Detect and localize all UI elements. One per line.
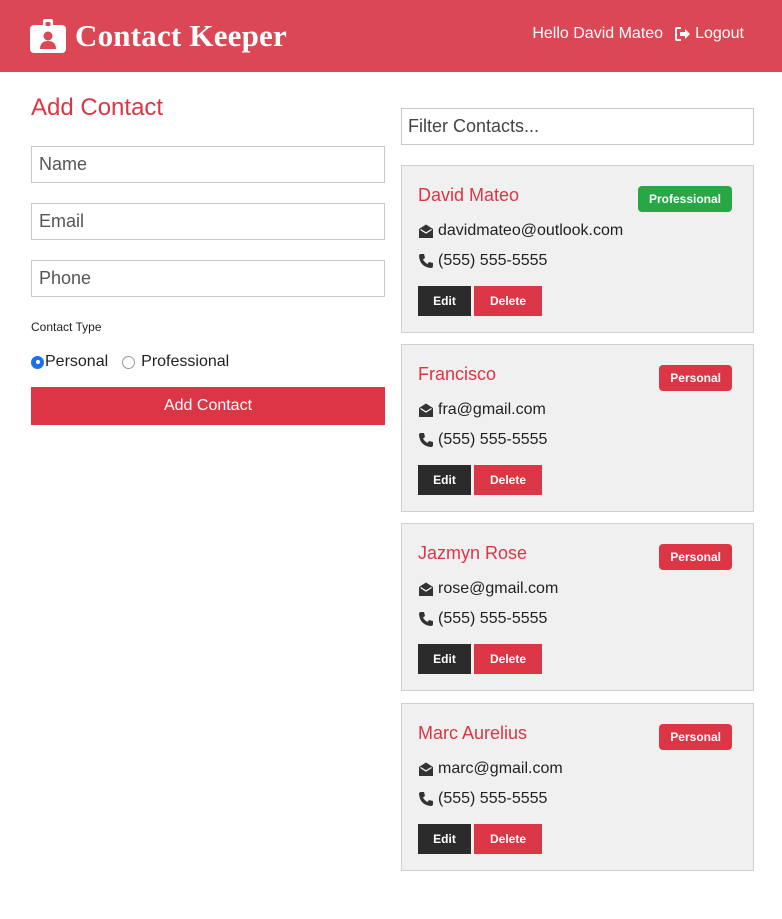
edit-button[interactable]: Edit: [418, 824, 471, 854]
contact-email-line: fra@gmail.com: [418, 401, 546, 419]
add-contact-form: Add Contact Contact Type Personal Profes…: [31, 93, 385, 425]
contact-type-badge: Personal: [659, 724, 732, 750]
contact-email: rose@gmail.com: [438, 580, 559, 597]
contact-card: Jazmyn Rose Personal rose@gmail.com (555…: [401, 523, 754, 691]
nav-right: Hello David Mateo Logout: [532, 25, 744, 43]
contact-email-line: davidmateo@outlook.com: [418, 222, 623, 240]
envelope-open-icon: [419, 224, 433, 238]
contact-phone: (555) 555-5555: [438, 252, 548, 269]
app-title: Contact Keeper: [75, 18, 287, 53]
card-actions: Edit Delete: [418, 644, 542, 674]
contact-name: David Mateo: [418, 185, 520, 205]
contact-phone: (555) 555-5555: [438, 610, 548, 627]
radio-personal-label: Personal: [45, 353, 109, 370]
contact-email-line: marc@gmail.com: [418, 760, 563, 778]
greeting-text: Hello David Mateo: [532, 25, 664, 42]
contact-phone-line: (555) 555-5555: [418, 252, 547, 270]
contacts-column: David Mateo Professional davidmateo@outl…: [401, 108, 754, 871]
contact-type-label: Contact Type: [31, 320, 102, 334]
delete-button[interactable]: Delete: [474, 286, 542, 316]
radio-professional-label: Professional: [141, 353, 230, 370]
contact-card: Francisco Personal fra@gmail.com (555) 5…: [401, 344, 754, 512]
edit-button[interactable]: Edit: [418, 286, 471, 316]
contact-type-badge: Personal: [659, 544, 732, 570]
contact-phone-line: (555) 555-5555: [418, 431, 547, 449]
logout-link[interactable]: Logout: [675, 25, 744, 43]
contact-email: marc@gmail.com: [438, 760, 563, 777]
phone-icon: [419, 433, 433, 447]
contact-email: fra@gmail.com: [438, 401, 546, 418]
envelope-open-icon: [419, 403, 433, 417]
brand[interactable]: Contact Keeper: [30, 14, 287, 58]
radio-personal-dot[interactable]: [31, 355, 44, 369]
logout-label: Logout: [695, 25, 744, 42]
contact-phone-line: (555) 555-5555: [418, 610, 547, 628]
add-contact-button[interactable]: Add Contact: [31, 387, 385, 425]
contact-name: Francisco: [418, 364, 497, 384]
contact-type-radios: Personal Professional: [31, 353, 229, 371]
envelope-open-icon: [419, 762, 433, 776]
contact-card: Marc Aurelius Personal marc@gmail.com (5…: [401, 703, 754, 871]
contact-email: davidmateo@outlook.com: [438, 222, 624, 239]
filter-input[interactable]: [401, 108, 754, 145]
sign-out-icon: [675, 27, 691, 41]
card-actions: Edit Delete: [418, 824, 542, 854]
card-actions: Edit Delete: [418, 286, 542, 316]
phone-icon: [419, 612, 433, 626]
delete-button[interactable]: Delete: [474, 824, 542, 854]
navbar: Contact Keeper Hello David Mateo Logout: [0, 0, 782, 72]
contact-card: David Mateo Professional davidmateo@outl…: [401, 165, 754, 333]
contact-type-badge: Personal: [659, 365, 732, 391]
contact-type-badge: Professional: [637, 186, 732, 212]
delete-button[interactable]: Delete: [474, 465, 542, 495]
radio-personal[interactable]: Personal: [31, 353, 108, 371]
envelope-open-icon: [419, 582, 433, 596]
contact-name: Marc Aurelius: [418, 723, 528, 743]
phone-icon: [419, 254, 433, 268]
contact-phone: (555) 555-5555: [438, 431, 548, 448]
contact-phone: (555) 555-5555: [438, 790, 548, 807]
card-actions: Edit Delete: [418, 465, 542, 495]
contact-email-line: rose@gmail.com: [418, 580, 558, 598]
contact-name: Jazmyn Rose: [418, 543, 528, 563]
radio-professional[interactable]: Professional: [122, 353, 229, 371]
name-input[interactable]: [31, 146, 385, 183]
radio-professional-dot[interactable]: [122, 355, 136, 369]
id-badge-icon: [30, 19, 66, 53]
contact-phone-line: (555) 555-5555: [418, 790, 547, 808]
form-title: Add Contact: [31, 94, 164, 121]
phone-input[interactable]: [31, 260, 385, 297]
edit-button[interactable]: Edit: [418, 465, 471, 495]
phone-icon: [419, 792, 433, 806]
email-input[interactable]: [31, 203, 385, 240]
edit-button[interactable]: Edit: [418, 644, 471, 674]
delete-button[interactable]: Delete: [474, 644, 542, 674]
